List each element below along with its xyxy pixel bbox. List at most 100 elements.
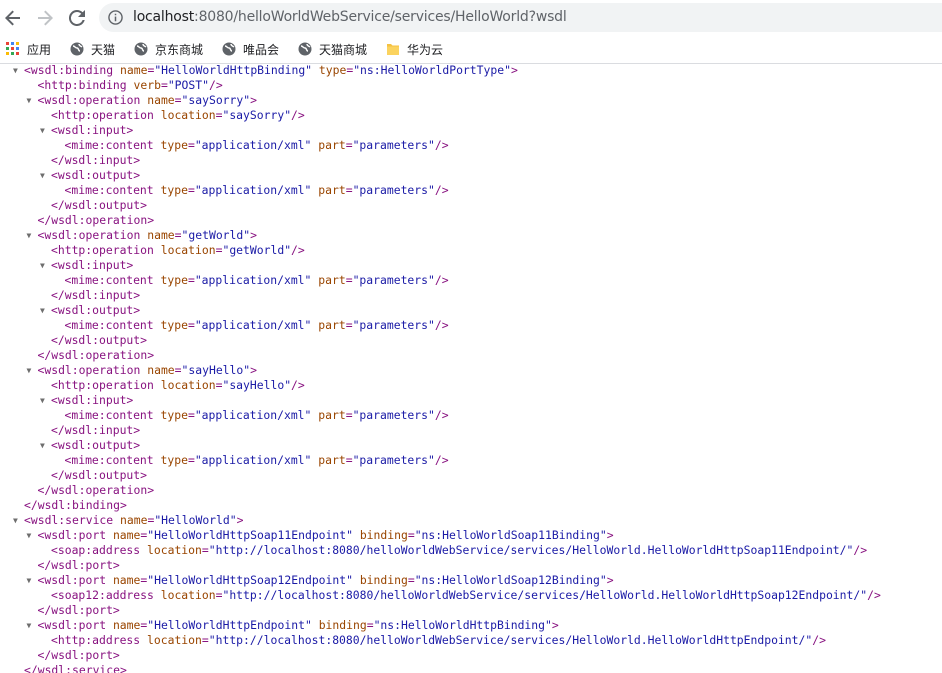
- xml-tag: <http:operation: [51, 108, 161, 122]
- collapse-triangle-icon[interactable]: ▼: [40, 123, 45, 138]
- globe-icon: [298, 42, 312, 56]
- bookmark-tmall[interactable]: 天猫: [70, 40, 115, 58]
- xml-attr-name: part: [318, 183, 346, 197]
- xml-tag: </wsdl:port>: [37, 603, 120, 617]
- xml-line: <http:operation location="getWorld"/>: [51, 243, 305, 258]
- collapse-triangle-icon[interactable]: ▼: [27, 573, 32, 588]
- xml-tag: <mime:content: [64, 138, 161, 152]
- xml-line: <wsdl:binding name="HelloWorldHttpBindin…: [24, 64, 518, 78]
- xml-line: <mime:content type="application/xml" par…: [65, 183, 449, 198]
- bookmark-tmall-mall[interactable]: 天猫商城: [298, 40, 367, 58]
- collapse-triangle-icon[interactable]: ▼: [40, 168, 45, 183]
- xml-tag: =: [187, 273, 195, 287]
- xml-tag: </wsdl:operation>: [37, 348, 155, 362]
- xml-attr-value: "getWorld": [181, 228, 251, 242]
- xml-tag: />: [434, 273, 449, 287]
- xml-line: </wsdl:input>: [51, 288, 140, 303]
- back-arrow-icon: [5, 10, 20, 26]
- info-icon[interactable]: [108, 10, 123, 25]
- collapse-triangle-icon[interactable]: ▼: [27, 228, 32, 243]
- collapse-triangle-icon[interactable]: ▼: [40, 393, 45, 408]
- xml-tag: <mime:content: [64, 318, 161, 332]
- xml-tag: =: [187, 138, 195, 152]
- xml-attr-name: verb: [133, 78, 161, 92]
- xml-tag: =: [174, 363, 182, 377]
- xml-tag: <http:operation: [51, 243, 161, 257]
- collapse-triangle-icon[interactable]: ▼: [13, 64, 18, 78]
- xml-line: <mime:content type="application/xml" par…: [65, 318, 449, 333]
- xml-tag: >: [551, 618, 559, 632]
- xml-tag: </wsdl:binding>: [24, 498, 127, 512]
- xml-attr-name: name: [147, 93, 175, 107]
- collapse-triangle-icon[interactable]: ▼: [27, 93, 32, 108]
- bookmark-label: 应用: [27, 42, 52, 57]
- xml-attr-name: name: [147, 363, 175, 377]
- url-text[interactable]: localhost:8080/helloWorldWebService/serv…: [133, 9, 567, 25]
- xml-attr-value: "sayHello": [181, 363, 251, 377]
- forward-button[interactable]: [33, 6, 57, 30]
- xml-attr-value: "HelloWorld": [154, 513, 237, 527]
- bookmark-label: 京东商城: [155, 42, 204, 57]
- xml-tag: <wsdl:input>: [51, 258, 134, 272]
- collapse-triangle-icon[interactable]: ▼: [27, 528, 32, 543]
- address-bar[interactable]: localhost:8080/helloWorldWebService/serv…: [99, 3, 942, 32]
- xml-tag: />: [434, 138, 449, 152]
- bookmark-apps[interactable]: 应用: [6, 40, 51, 58]
- xml-tag: <mime:content: [64, 408, 161, 422]
- xml-tag: =: [187, 453, 195, 467]
- xml-tag: <wsdl:port: [37, 528, 113, 542]
- bookmark-jd[interactable]: 京东商城: [134, 40, 203, 58]
- xml-line: <wsdl:input>: [51, 393, 133, 408]
- xml-attr-value: "application/xml": [194, 408, 312, 422]
- xml-tag: <http:address: [51, 633, 148, 647]
- xml-tag: =: [345, 408, 353, 422]
- collapse-triangle-icon[interactable]: ▼: [27, 618, 32, 633]
- xml-tag: />: [208, 78, 223, 92]
- xml-tag: >: [250, 228, 257, 242]
- xml-tag: >: [236, 513, 244, 527]
- back-button[interactable]: [1, 6, 25, 30]
- xml-attr-name: type: [160, 453, 188, 467]
- xml-line: <mime:content type="application/xml" par…: [65, 453, 449, 468]
- xml-attr-name: type: [160, 138, 188, 152]
- xml-attr-value: "saySorry": [181, 93, 251, 107]
- xml-tag: <wsdl:output>: [51, 438, 141, 452]
- xml-line: <wsdl:port name = "HelloWorldHttpEndpoint"…: [38, 618, 559, 633]
- xml-tag: =: [174, 228, 182, 242]
- collapse-triangle-icon[interactable]: ▼: [40, 303, 45, 318]
- xml-attr-value: "http://localhost:8080/helloWorldWebServ…: [222, 588, 868, 602]
- xml-attr-name: name: [112, 573, 141, 587]
- xml-line: </wsdl:output>: [51, 198, 147, 213]
- collapse-triangle-icon[interactable]: ▼: [40, 438, 45, 453]
- xml-attr-value: "getWorld": [222, 243, 292, 257]
- xml-attr-value: "application/xml": [194, 183, 312, 197]
- xml-line: </wsdl:operation>: [38, 483, 155, 498]
- xml-attr-name: binding: [359, 528, 408, 542]
- xml-tag: <http:operation: [51, 378, 161, 392]
- xml-tag: </wsdl:service>: [24, 663, 127, 673]
- xml-attr-name: name: [112, 528, 141, 542]
- xml-tag: [312, 618, 319, 632]
- reload-button[interactable]: [65, 6, 89, 30]
- xml-attr-name: name: [120, 64, 148, 77]
- xml-attr-name: type: [160, 273, 188, 287]
- collapse-triangle-icon[interactable]: ▼: [27, 363, 32, 378]
- xml-tag: />: [291, 243, 305, 257]
- globe-icon: [222, 42, 236, 56]
- xml-attr-name: type: [160, 183, 188, 197]
- xml-tag: =: [187, 183, 195, 197]
- bookmark-vip[interactable]: 唯品会: [222, 40, 279, 58]
- collapse-triangle-icon[interactable]: ▼: [13, 513, 18, 528]
- xml-attr-name: name: [120, 513, 148, 527]
- xml-tag: >: [510, 64, 518, 77]
- xml-attr-value: "HelloWorldHttpSoap11Endpoint": [147, 528, 353, 542]
- collapse-triangle-icon[interactable]: ▼: [40, 258, 45, 273]
- xml-line: <http:binding verb="POST"/>: [38, 78, 223, 93]
- bookmark-huawei-cloud[interactable]: 华为云: [386, 40, 443, 58]
- forward-arrow-icon: [38, 10, 53, 26]
- xml-tag: <wsdl:input>: [51, 123, 134, 137]
- xml-tag: <wsdl:port: [37, 618, 113, 632]
- xml-tag: =: [345, 318, 353, 332]
- xml-line: </wsdl:operation>: [38, 213, 155, 228]
- xml-tag: />: [867, 588, 881, 602]
